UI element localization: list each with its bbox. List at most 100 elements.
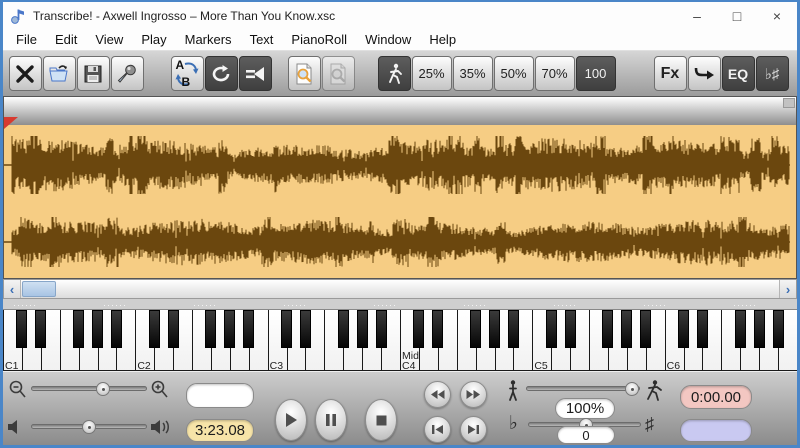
menu-item-text[interactable]: Text — [241, 30, 283, 49]
piano-keyboard[interactable]: C1C2C3Mid C4C5C6 — [3, 310, 797, 371]
piano-key-black[interactable] — [35, 310, 46, 348]
keyboard-drag-dots: ······ — [103, 300, 127, 310]
menu-item-window[interactable]: Window — [356, 30, 420, 49]
selection-display — [186, 383, 254, 408]
piano-key-black[interactable] — [224, 310, 235, 348]
speed-button-label: 50% — [500, 66, 526, 81]
piano-key-black[interactable] — [281, 310, 292, 348]
record-button[interactable] — [111, 56, 144, 91]
eq-label: EQ — [728, 66, 748, 82]
scrollbar-thumb[interactable] — [22, 281, 56, 297]
stop-icon — [375, 414, 388, 427]
skip-to-end-button[interactable] — [460, 416, 487, 443]
piano-key-black[interactable] — [735, 310, 746, 348]
waveform-scrollbar[interactable]: ‹ › — [3, 279, 797, 299]
zoom-slider-thumb[interactable] — [96, 382, 110, 396]
speed-slider[interactable] — [526, 386, 640, 391]
minimize-button[interactable]: – — [677, 2, 717, 29]
speed-button-label: 70% — [541, 66, 567, 81]
menu-item-file[interactable]: File — [7, 30, 46, 49]
menu-item-edit[interactable]: Edit — [46, 30, 86, 49]
play-button[interactable] — [275, 399, 307, 441]
menu-item-view[interactable]: View — [86, 30, 132, 49]
piano-key-black[interactable] — [149, 310, 160, 348]
pitch-shift-button[interactable]: ♭♯ — [756, 56, 789, 91]
piano-key-black[interactable] — [678, 310, 689, 348]
zoom-slider[interactable] — [31, 386, 147, 391]
piano-key-black[interactable] — [111, 310, 122, 348]
close-file-button[interactable] — [9, 56, 42, 91]
piano-key-black[interactable] — [470, 310, 481, 348]
menu-item-play[interactable]: Play — [132, 30, 175, 49]
piano-key-black[interactable] — [508, 310, 519, 348]
piano-key-black[interactable] — [432, 310, 443, 348]
piano-key-black[interactable] — [357, 310, 368, 348]
piano-key-black[interactable] — [773, 310, 784, 348]
speed-slider-thumb[interactable] — [625, 382, 639, 396]
menu-item-help[interactable]: Help — [420, 30, 465, 49]
zoom-in-icon — [293, 62, 315, 86]
piano-key-black[interactable] — [338, 310, 349, 348]
piano-key-black[interactable] — [376, 310, 387, 348]
rewind-button[interactable] — [424, 381, 451, 408]
volume-high-speaker-icon[interactable] — [150, 418, 172, 436]
piano-key-black[interactable] — [92, 310, 103, 348]
piano-key-black[interactable] — [205, 310, 216, 348]
open-file-button[interactable] — [43, 56, 76, 91]
zoom-out-icon — [327, 62, 349, 86]
keyboard-drag-dots: ······ — [373, 300, 397, 310]
piano-key-black[interactable] — [168, 310, 179, 348]
menu-item-markers[interactable]: Markers — [176, 30, 241, 49]
speed-menu-button[interactable] — [378, 56, 411, 91]
piano-key-black[interactable] — [602, 310, 613, 348]
close-button[interactable]: × — [757, 2, 797, 29]
fast-forward-button[interactable] — [460, 381, 487, 408]
prev-marker-button[interactable] — [239, 56, 272, 91]
piano-key-black[interactable] — [73, 310, 84, 348]
zoom-out-button[interactable] — [322, 56, 355, 91]
ab-compare-button[interactable]: A B — [171, 56, 204, 91]
volume-slider-thumb[interactable] — [82, 420, 96, 434]
stop-button[interactable] — [365, 399, 397, 441]
zoom-in-magnifier-icon[interactable] — [150, 380, 168, 400]
menu-item-pianoroll[interactable]: PianoRoll — [282, 30, 356, 49]
piano-key-black[interactable] — [16, 310, 27, 348]
loop-button[interactable] — [205, 56, 238, 91]
waveform-display[interactable] — [4, 125, 796, 278]
speed-button-25pct[interactable]: 25% — [412, 56, 452, 91]
zoom-in-button[interactable] — [288, 56, 321, 91]
menu-bar: FileEditViewPlayMarkersTextPianoRollWind… — [3, 29, 797, 51]
prev-marker-icon — [244, 65, 266, 83]
piano-key-black[interactable] — [754, 310, 765, 348]
speed-button-100[interactable]: 100 — [576, 56, 616, 91]
fx-label: Fx — [661, 65, 680, 83]
speed-button-35pct[interactable]: 35% — [453, 56, 493, 91]
zoom-out-magnifier-icon[interactable] — [8, 380, 26, 400]
piano-key-black[interactable] — [621, 310, 632, 348]
marker-bar[interactable] — [4, 97, 796, 125]
piano-key-black[interactable] — [243, 310, 254, 348]
pause-button[interactable] — [315, 399, 347, 441]
piano-key-black[interactable] — [640, 310, 651, 348]
save-button[interactable] — [77, 56, 110, 91]
scroll-left-arrow-icon[interactable]: ‹ — [4, 280, 21, 298]
fx-button[interactable]: Fx — [654, 56, 687, 91]
scroll-right-arrow-icon[interactable]: › — [779, 280, 796, 298]
volume-low-speaker-icon[interactable] — [6, 418, 23, 436]
eq-button[interactable]: EQ — [722, 56, 755, 91]
piano-key-black[interactable] — [300, 310, 311, 348]
speed-button-70pct[interactable]: 70% — [535, 56, 575, 91]
maximize-button[interactable]: □ — [717, 2, 757, 29]
piano-key-black[interactable] — [546, 310, 557, 348]
piano-key-black[interactable] — [489, 310, 500, 348]
waveform-region[interactable] — [3, 96, 797, 279]
volume-slider[interactable] — [31, 424, 147, 429]
octave-label: C1 — [5, 361, 18, 371]
piano-key-black[interactable] — [413, 310, 424, 348]
skip-to-start-button[interactable] — [424, 416, 451, 443]
piano-key-black[interactable] — [565, 310, 576, 348]
route-button[interactable] — [688, 56, 721, 91]
speed-button-50pct[interactable]: 50% — [494, 56, 534, 91]
piano-key-black[interactable] — [697, 310, 708, 348]
keyboard-drag-dots: ······ — [13, 300, 37, 310]
